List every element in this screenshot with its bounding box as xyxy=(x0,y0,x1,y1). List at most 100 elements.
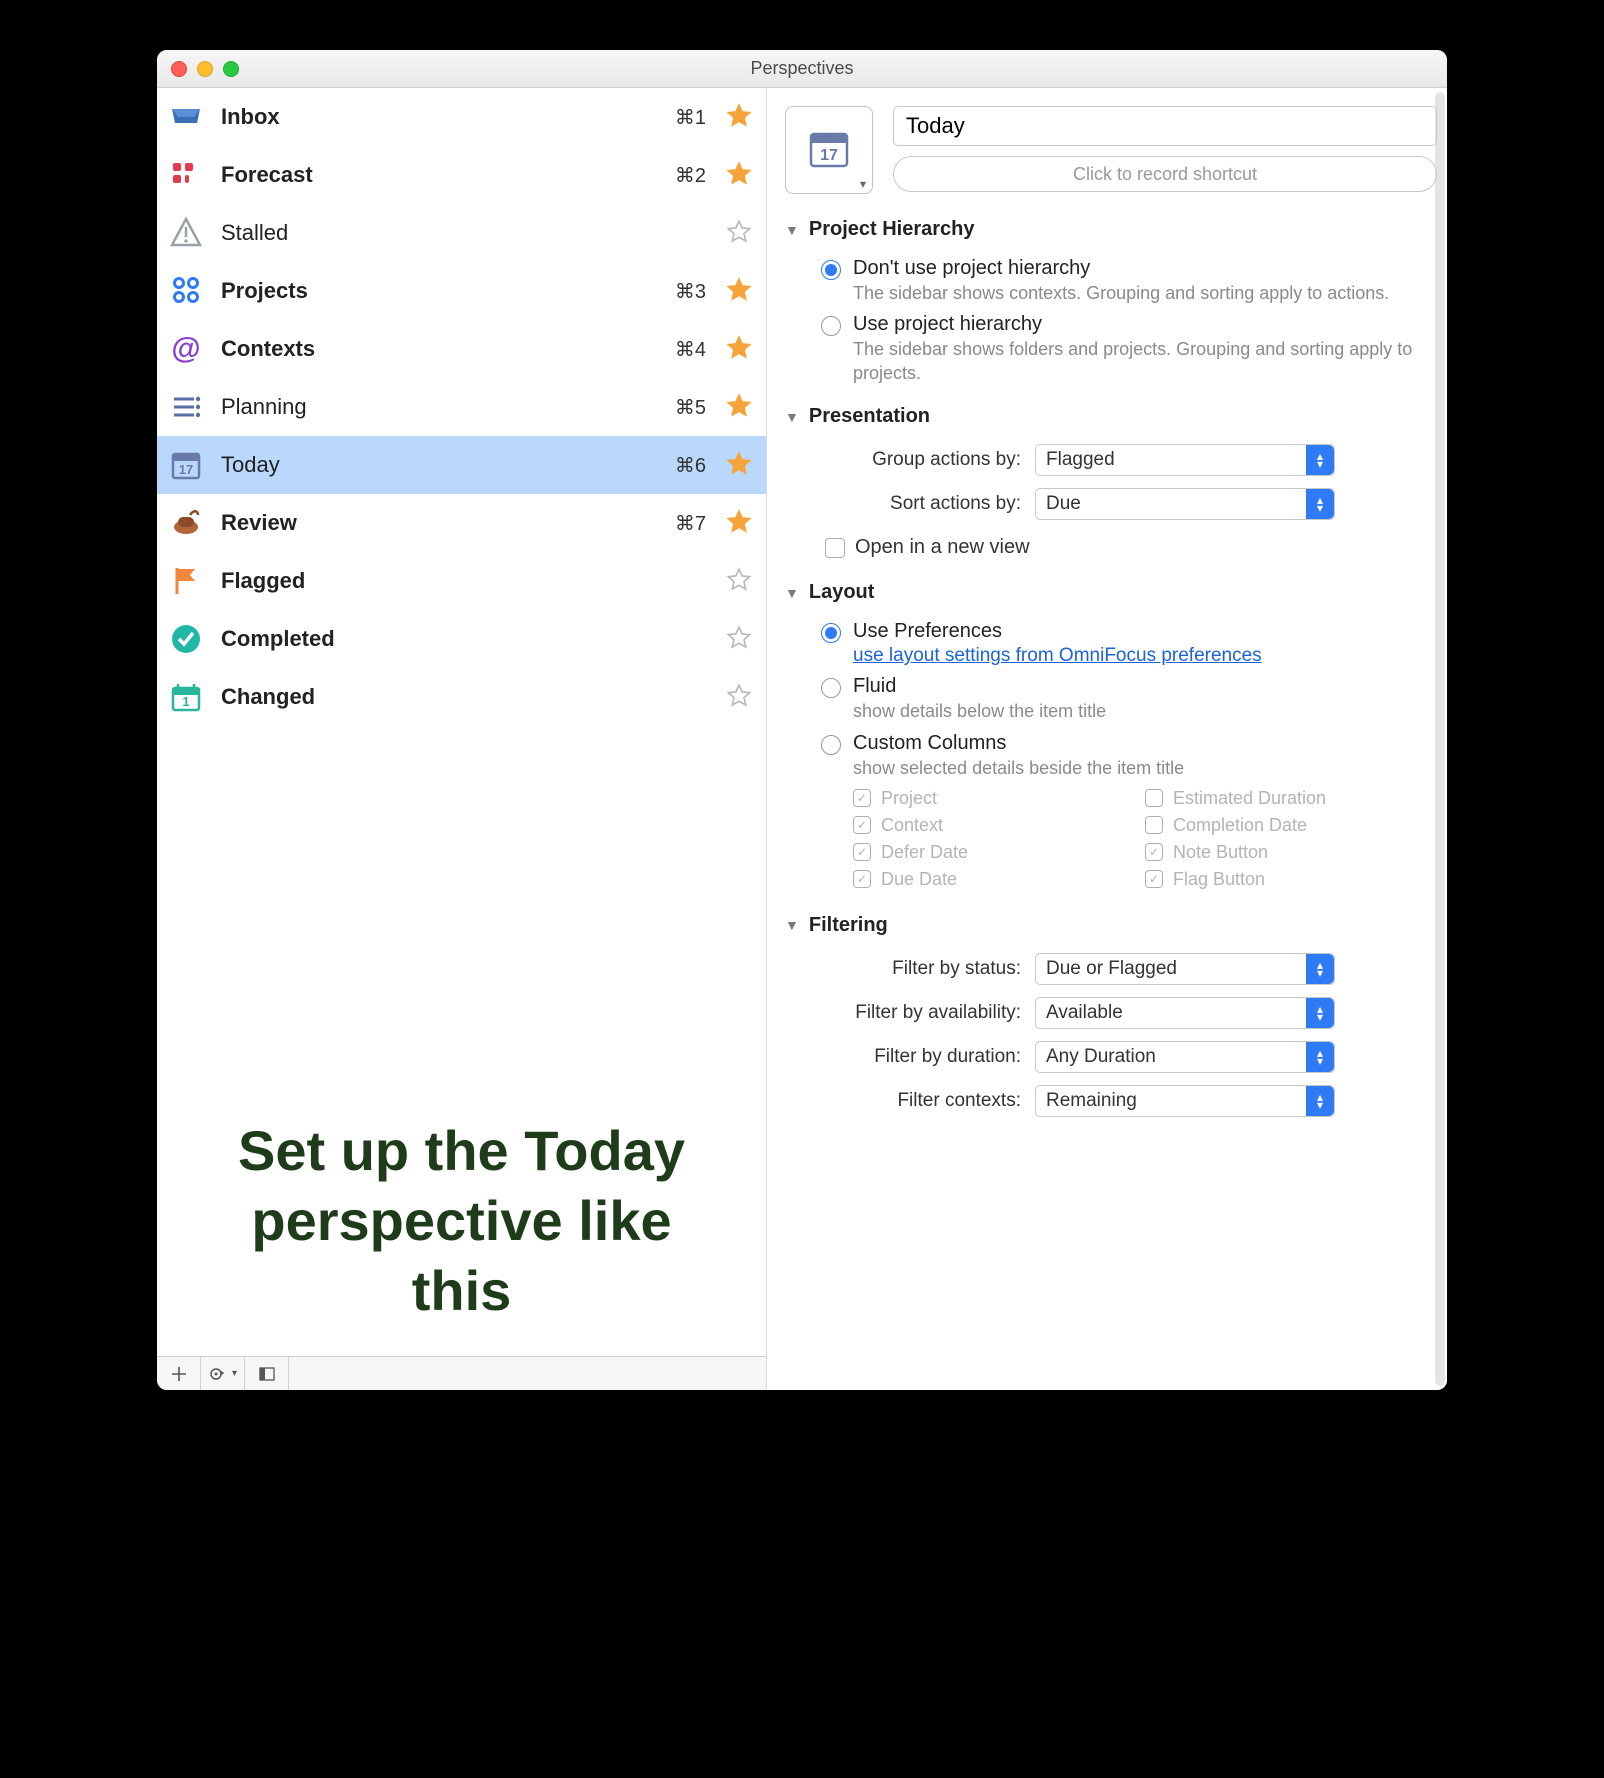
perspective-name-input[interactable] xyxy=(893,106,1437,146)
star-toggle[interactable] xyxy=(726,219,754,247)
perspective-row[interactable]: Projects ⌘3 xyxy=(157,262,766,320)
add-perspective-button[interactable] xyxy=(157,1357,201,1390)
perspective-label: Review xyxy=(221,510,652,536)
perspective-row[interactable]: 17 Today ⌘6 xyxy=(157,436,766,494)
titlebar: Perspectives xyxy=(157,50,1447,88)
disclosure-triangle-icon[interactable]: ▼ xyxy=(785,917,799,933)
filter-label: Filter by duration: xyxy=(821,1046,1021,1068)
filter-select[interactable]: Available▴▾ xyxy=(1035,997,1335,1029)
perspective-row[interactable]: Flagged xyxy=(157,552,766,610)
section-title: Presentation xyxy=(809,405,930,428)
close-button[interactable] xyxy=(171,61,187,77)
traffic-lights xyxy=(171,61,239,77)
perspective-shortcut: ⌘2 xyxy=(666,163,706,188)
perspective-list-pane: Inbox ⌘1 Forecast ⌘2 Stalled Projects ⌘3… xyxy=(157,88,767,1390)
perspective-list: Inbox ⌘1 Forecast ⌘2 Stalled Projects ⌘3… xyxy=(157,88,766,1086)
svg-text:17: 17 xyxy=(820,147,838,164)
column-checkbox[interactable] xyxy=(1145,843,1163,861)
star-toggle[interactable] xyxy=(726,567,754,595)
perspective-row[interactable]: Forecast ⌘2 xyxy=(157,146,766,204)
planning-icon xyxy=(165,386,207,428)
star-toggle[interactable] xyxy=(726,625,754,653)
star-toggle[interactable] xyxy=(726,161,754,189)
option-description: show selected details beside the item ti… xyxy=(853,757,1184,780)
section-title: Project Hierarchy xyxy=(809,218,975,241)
column-checkbox[interactable] xyxy=(853,789,871,807)
option-description: show details below the item title xyxy=(853,700,1106,723)
preferences-link[interactable]: use layout settings from OmniFocus prefe… xyxy=(853,645,1262,667)
projects-icon xyxy=(165,270,207,312)
filter-select[interactable]: Remaining▴▾ xyxy=(1035,1085,1335,1117)
star-toggle[interactable] xyxy=(726,509,754,537)
star-toggle[interactable] xyxy=(726,103,754,131)
perspective-row[interactable]: 1 Changed xyxy=(157,668,766,726)
perspective-row[interactable]: @ Contexts ⌘4 xyxy=(157,320,766,378)
filter-label: Filter contexts: xyxy=(821,1090,1021,1112)
record-shortcut-button[interactable]: Click to record shortcut xyxy=(893,156,1437,192)
perspective-editor: 17 Click to record shortcut ▼ Project Hie… xyxy=(767,88,1447,1390)
review-icon xyxy=(165,502,207,544)
perspective-label: Today xyxy=(221,452,652,478)
collapse-button[interactable] xyxy=(245,1357,289,1390)
column-label: Due Date xyxy=(881,869,957,890)
perspective-shortcut: ⌘4 xyxy=(666,337,706,362)
perspective-row[interactable]: Review ⌘7 xyxy=(157,494,766,552)
star-toggle[interactable] xyxy=(726,393,754,421)
column-checkbox[interactable] xyxy=(853,816,871,834)
perspective-icon-picker[interactable]: 17 xyxy=(785,106,873,194)
disclosure-triangle-icon[interactable]: ▼ xyxy=(785,222,799,238)
hierarchy-radio[interactable] xyxy=(821,316,841,336)
filter-select[interactable]: Due or Flagged▴▾ xyxy=(1035,953,1335,985)
list-toolbar: ▾ xyxy=(157,1356,766,1390)
inbox-icon xyxy=(165,96,207,138)
perspective-row[interactable]: Planning ⌘5 xyxy=(157,378,766,436)
layout-radio[interactable] xyxy=(821,678,841,698)
layout-radio[interactable] xyxy=(821,735,841,755)
stalled-icon xyxy=(165,212,207,254)
option-label: Use project hierarchy xyxy=(853,313,1437,336)
minimize-button[interactable] xyxy=(197,61,213,77)
column-label: Completion Date xyxy=(1173,815,1307,836)
column-checkbox[interactable] xyxy=(1145,816,1163,834)
perspective-label: Stalled xyxy=(221,220,652,246)
perspective-shortcut: ⌘1 xyxy=(666,105,706,130)
sort-by-select[interactable]: Due▴▾ xyxy=(1035,488,1335,520)
perspective-shortcut: ⌘5 xyxy=(666,395,706,420)
option-description: The sidebar shows contexts. Grouping and… xyxy=(853,282,1389,305)
group-by-select[interactable]: Flagged▴▾ xyxy=(1035,444,1335,476)
perspective-shortcut: ⌘6 xyxy=(666,453,706,478)
star-toggle[interactable] xyxy=(726,335,754,363)
svg-text:17: 17 xyxy=(179,462,193,477)
disclosure-triangle-icon[interactable]: ▼ xyxy=(785,585,799,601)
perspective-label: Forecast xyxy=(221,162,652,188)
zoom-button[interactable] xyxy=(223,61,239,77)
option-label: Don't use project hierarchy xyxy=(853,257,1389,280)
today-icon: 17 xyxy=(165,444,207,486)
perspective-row[interactable]: Stalled xyxy=(157,204,766,262)
column-checkbox[interactable] xyxy=(853,843,871,861)
column-checkbox[interactable] xyxy=(1145,870,1163,888)
filter-select[interactable]: Any Duration▴▾ xyxy=(1035,1041,1335,1073)
column-label: Context xyxy=(881,815,943,836)
star-toggle[interactable] xyxy=(726,451,754,479)
gear-menu-button[interactable]: ▾ xyxy=(201,1357,245,1390)
filter-label: Filter by availability: xyxy=(821,1002,1021,1024)
option-label: Use Preferences xyxy=(853,620,1262,643)
column-checkbox[interactable] xyxy=(1145,789,1163,807)
perspective-row[interactable]: Inbox ⌘1 xyxy=(157,88,766,146)
perspective-row[interactable]: Completed xyxy=(157,610,766,668)
perspective-label: Flagged xyxy=(221,568,652,594)
perspective-shortcut: ⌘3 xyxy=(666,279,706,304)
column-label: Project xyxy=(881,788,937,809)
star-toggle[interactable] xyxy=(726,683,754,711)
sort-by-label: Sort actions by: xyxy=(821,493,1021,515)
filter-label: Filter by status: xyxy=(821,958,1021,980)
column-checkbox[interactable] xyxy=(853,870,871,888)
hierarchy-radio[interactable] xyxy=(821,260,841,280)
layout-radio[interactable] xyxy=(821,623,841,643)
flagged-icon xyxy=(165,560,207,602)
star-toggle[interactable] xyxy=(726,277,754,305)
perspectives-window: Perspectives Inbox ⌘1 Forecast ⌘2 Stalle… xyxy=(157,50,1447,1390)
open-new-view-checkbox[interactable] xyxy=(825,538,845,558)
disclosure-triangle-icon[interactable]: ▼ xyxy=(785,409,799,425)
